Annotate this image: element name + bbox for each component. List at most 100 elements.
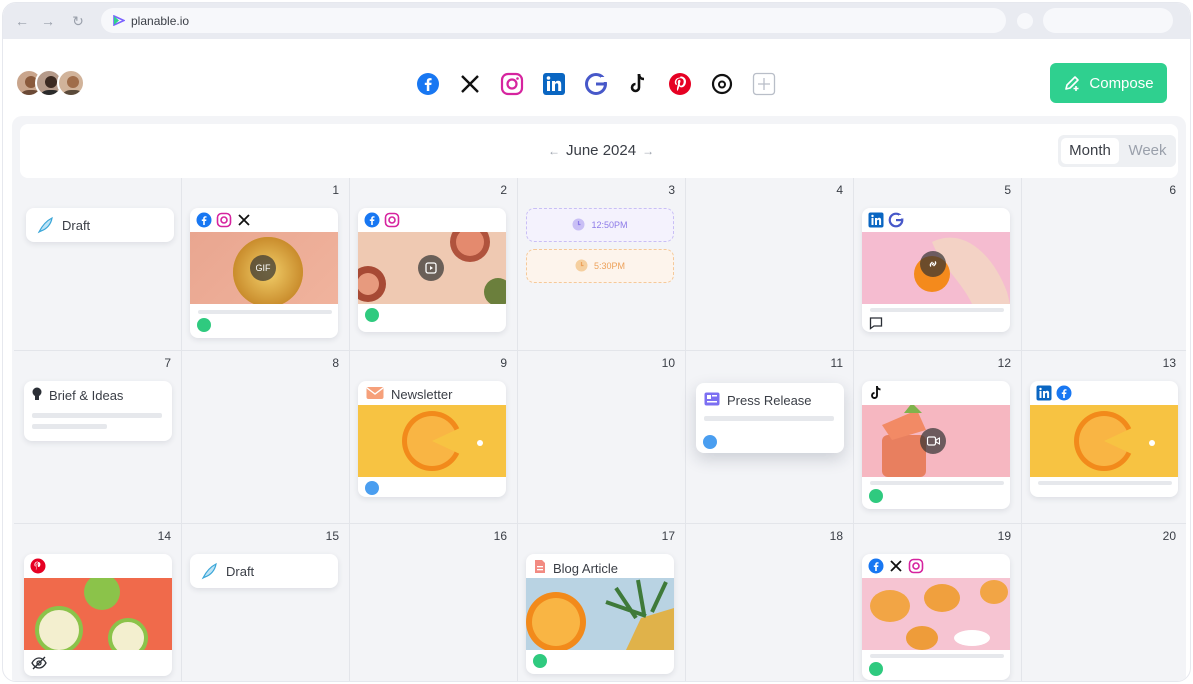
x-icon <box>888 558 904 574</box>
day-cell[interactable]: 10 <box>518 351 686 524</box>
post-card[interactable]: GIF <box>190 208 338 338</box>
day-cell[interactable]: 7 Brief & Ideas <box>14 351 182 524</box>
document-icon <box>534 559 546 577</box>
google-icon <box>888 212 904 228</box>
day-number: 15 <box>325 529 339 543</box>
draft-chip[interactable]: Draft <box>26 208 174 242</box>
day-number: 12 <box>997 356 1011 370</box>
instagram-icon <box>908 558 924 574</box>
prev-month-icon[interactable]: ← <box>548 144 560 158</box>
planable-favicon-icon <box>113 15 125 26</box>
day-cell[interactable]: 5 <box>854 178 1022 351</box>
pinterest-icon[interactable] <box>667 71 693 97</box>
view-toggle: Month Week <box>1058 135 1176 167</box>
day-number: 17 <box>661 529 675 543</box>
back-icon[interactable]: ← <box>13 12 31 30</box>
day-cell[interactable]: 15 Draft <box>182 524 350 681</box>
tiktok-icon[interactable] <box>625 71 651 97</box>
day-number: 19 <box>997 529 1011 543</box>
press-icon <box>704 392 720 409</box>
post-card[interactable] <box>1030 381 1178 497</box>
view-month-button[interactable]: Month <box>1061 138 1119 164</box>
day-cell[interactable]: 2 <box>350 178 518 351</box>
address-bar[interactable]: planable.io <box>101 8 1006 33</box>
idea-card[interactable]: Brief & Ideas <box>24 381 172 441</box>
browser-chrome: ← → ↻ planable.io <box>3 3 1190 39</box>
day-cell[interactable]: 17 Blog Article <box>518 524 686 681</box>
facebook-icon <box>196 212 212 228</box>
link-icon <box>920 251 946 277</box>
forward-icon[interactable]: → <box>39 12 57 30</box>
browser-dot <box>1017 13 1033 29</box>
draft-feather-icon <box>37 216 53 234</box>
day-cell[interactable]: 4 <box>686 178 854 351</box>
time-slot[interactable]: 12:50PM <box>526 208 674 242</box>
post-card[interactable] <box>862 208 1010 332</box>
instagram-icon <box>384 212 400 228</box>
day-cell[interactable]: 3 12:50PM 5:30PM <box>518 178 686 351</box>
day-number: 9 <box>500 356 507 370</box>
instagram-icon[interactable] <box>499 71 525 97</box>
day-cell[interactable]: Draft <box>14 178 182 351</box>
draft-feather-icon <box>201 562 217 580</box>
clock-icon <box>575 259 588 274</box>
compose-pen-icon <box>1065 76 1080 91</box>
add-channel-icon[interactable] <box>751 71 777 97</box>
newsletter-card[interactable]: Newsletter <box>358 381 506 497</box>
draft-chip[interactable]: Draft <box>190 554 338 588</box>
instagram-icon <box>216 212 232 228</box>
day-number: 11 <box>830 356 843 370</box>
placeholder-bar <box>870 481 1004 485</box>
day-cell[interactable]: 11 Press Release <box>686 351 854 524</box>
month-nav: ← June 2024 → <box>542 142 660 159</box>
day-cell[interactable]: 13 <box>1022 351 1186 524</box>
approved-check-icon <box>869 489 883 503</box>
day-cell[interactable]: 19 <box>854 524 1022 681</box>
day-cell[interactable]: 8 <box>182 351 350 524</box>
placeholder-bar <box>198 310 332 314</box>
next-month-icon[interactable]: → <box>642 144 654 158</box>
threads-icon[interactable] <box>709 71 735 97</box>
view-week-button[interactable]: Week <box>1122 138 1173 164</box>
day-cell[interactable]: 6 <box>1022 178 1186 351</box>
post-image-chips <box>862 578 1010 650</box>
day-number: 16 <box>493 529 507 543</box>
day-number: 8 <box>332 356 339 370</box>
scheduled-clock-icon <box>703 435 717 449</box>
blog-card[interactable]: Blog Article <box>526 554 674 674</box>
pinterest-icon <box>30 558 46 574</box>
time-slot[interactable]: 5:30PM <box>526 249 674 283</box>
facebook-icon[interactable] <box>415 71 441 97</box>
linkedin-icon[interactable] <box>541 71 567 97</box>
reload-icon[interactable]: ↻ <box>69 12 87 30</box>
day-cell[interactable]: 20 <box>1022 524 1186 681</box>
idea-card-title: Brief & Ideas <box>49 388 124 403</box>
press-release-title: Press Release <box>727 393 812 408</box>
draft-label: Draft <box>62 217 91 233</box>
x-icon <box>236 212 252 228</box>
compose-button[interactable]: Compose <box>1050 63 1167 103</box>
post-card[interactable] <box>358 208 506 332</box>
linkedin-icon <box>868 212 884 228</box>
approved-check-icon <box>365 308 379 322</box>
day-cell[interactable]: 12 <box>854 351 1022 524</box>
placeholder-bar <box>32 424 107 429</box>
day-cell[interactable]: 14 <box>14 524 182 681</box>
day-number: 5 <box>1004 183 1011 197</box>
google-icon[interactable] <box>583 71 609 97</box>
day-cell[interactable]: 18 <box>686 524 854 681</box>
day-cell[interactable]: 9 Newsletter <box>350 351 518 524</box>
day-cell[interactable]: 1 GIF <box>182 178 350 351</box>
post-card[interactable] <box>24 554 172 676</box>
press-release-card[interactable]: Press Release <box>696 383 844 453</box>
calendar-panel: ← June 2024 → Month Week Draft 1 GIF 2 3… <box>12 116 1186 681</box>
post-card[interactable] <box>862 381 1010 509</box>
placeholder-bar <box>1038 481 1172 485</box>
x-icon[interactable] <box>457 71 483 97</box>
video-icon <box>920 428 946 454</box>
avatar[interactable] <box>57 69 85 97</box>
reel-icon <box>418 255 444 281</box>
post-card[interactable] <box>862 554 1010 680</box>
browser-pill <box>1043 8 1173 33</box>
day-cell[interactable]: 16 <box>350 524 518 681</box>
